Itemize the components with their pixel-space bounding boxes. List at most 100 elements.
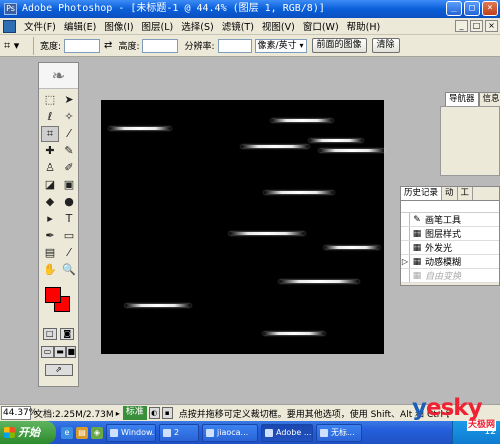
crop-tool-preset-icon[interactable]: ⌗ ▾ [4, 36, 34, 55]
status-screen-icon[interactable]: ▪ [161, 407, 173, 419]
marquee-tool-icon[interactable]: ⬚ [41, 92, 59, 108]
height-input[interactable] [142, 38, 179, 53]
quick-mask-mode-icon[interactable]: ◙ [60, 328, 75, 340]
taskbar-button[interactable]: Window... [106, 423, 156, 442]
full-screen-menu-mode-icon[interactable]: ▬ [53, 346, 67, 358]
pen-tool-icon[interactable]: ✒ [41, 228, 59, 244]
eyedropper-tool-icon[interactable]: ⁄ [60, 245, 78, 261]
tab-navigator[interactable]: 导航器 [445, 92, 479, 106]
folder-launch-icon[interactable]: ▤ [76, 426, 88, 439]
menu-layer[interactable]: 图层(L) [138, 19, 178, 33]
gradient-tool-icon[interactable]: ▣ [60, 177, 78, 193]
menu-help[interactable]: 帮助(H) [343, 19, 385, 33]
doc-restore-button[interactable]: □ [470, 20, 483, 32]
menu-file[interactable]: 文件(F) [20, 19, 60, 33]
standard-screen-mode-icon[interactable]: ▭ [41, 346, 54, 358]
start-button[interactable]: 开始 [0, 421, 56, 444]
taskbar-button-active[interactable]: Adobe ... [261, 423, 313, 442]
document-canvas[interactable] [101, 100, 385, 354]
history-source-checkbox[interactable] [401, 269, 410, 282]
history-item-current[interactable]: ▷ ▦ 动感模糊 [401, 255, 499, 269]
close-button[interactable]: × [482, 1, 498, 16]
tab-info[interactable]: 信息 [478, 92, 500, 106]
status-menu-arrow-icon[interactable]: ▸ [116, 409, 120, 418]
history-item[interactable]: ▦ 图层样式 [401, 227, 499, 241]
photoshop-app-icon[interactable]: Ps [4, 3, 17, 15]
taskbar-button[interactable]: 无标... [316, 423, 362, 442]
width-input[interactable] [64, 38, 101, 53]
history-item[interactable]: ✎ 画笔工具 [401, 213, 499, 227]
move-tool-icon[interactable]: ➤ [60, 92, 78, 108]
front-image-button[interactable]: 前面的图像 [311, 38, 367, 53]
hand-tool-icon[interactable]: ✋ [41, 262, 59, 278]
history-current-slider-icon[interactable]: ▷ [401, 255, 410, 268]
light-streak [309, 139, 363, 142]
full-screen-mode-icon[interactable]: ■ [66, 346, 76, 358]
swap-dimensions-icon[interactable]: ⇄ [104, 40, 112, 51]
slice-tool-icon[interactable]: ⁄ [60, 126, 78, 142]
screen-mode-row: ▭ ▬ ■ [39, 343, 78, 361]
menu-view[interactable]: 视图(V) [258, 19, 299, 33]
navigator-panel [440, 106, 500, 176]
history-source-checkbox[interactable] [401, 213, 410, 226]
jump-to-imageready-icon[interactable]: ⇗ [44, 364, 73, 376]
dodge-tool-icon[interactable]: ● [60, 194, 78, 210]
lasso-tool-icon[interactable]: ℓ [41, 109, 59, 125]
shape-tool-icon[interactable]: ▭ [60, 228, 78, 244]
history-item-undone[interactable]: ▦ 自由变换 [401, 269, 499, 283]
taskbar-button[interactable]: 2 [159, 423, 199, 442]
window-controls: _ □ × [446, 1, 498, 16]
notes-tool-icon[interactable]: ▤ [41, 245, 59, 261]
history-item-label: 外发光 [425, 244, 453, 254]
taskbar-button[interactable]: jiaoca... [202, 423, 258, 442]
eraser-tool-icon[interactable]: ◪ [41, 177, 59, 193]
minimize-button[interactable]: _ [446, 1, 462, 16]
maximize-button[interactable]: □ [464, 1, 480, 16]
outer-glow-icon: ▦ [412, 242, 422, 253]
history-source-checkbox[interactable] [401, 227, 410, 240]
foreground-color-swatch[interactable] [45, 287, 61, 303]
resolution-label: 分辨率: [184, 42, 215, 52]
path-selection-tool-icon[interactable]: ▸ [41, 211, 59, 227]
zoom-level-field[interactable]: 44.37% [1, 406, 37, 420]
jump-to-row: ⇗ [39, 361, 78, 379]
crop-tool-icon[interactable]: ⌗ [41, 126, 59, 142]
doc-minimize-button[interactable]: _ [455, 20, 468, 32]
clear-button[interactable]: 清除 [371, 38, 400, 53]
history-item[interactable]: ▦ 外发光 [401, 241, 499, 255]
motion-blur-icon: ▦ [412, 256, 422, 267]
menu-edit[interactable]: 编辑(E) [60, 19, 100, 33]
status-mode-icon[interactable]: ◐ [148, 407, 160, 419]
resolution-input[interactable] [217, 38, 252, 53]
resolution-unit-select[interactable]: 像素/英寸 [254, 38, 307, 53]
browser-launch-icon[interactable]: e [61, 426, 73, 439]
desktop-launch-icon[interactable]: ◈ [91, 426, 103, 439]
tab-actions[interactable]: 动 [442, 187, 458, 200]
blur-tool-icon[interactable]: ◆ [41, 194, 59, 210]
brush-tool-icon[interactable]: ✎ [60, 143, 78, 159]
menu-window[interactable]: 窗口(W) [299, 19, 343, 33]
zoom-tool-icon[interactable]: 🔍 [60, 262, 78, 278]
history-brush-tool-icon[interactable]: ✐ [60, 160, 78, 176]
type-tool-icon[interactable]: T [60, 211, 78, 227]
menu-bar: 文件(F) 编辑(E) 图像(I) 图层(L) 选择(S) 滤镜(T) 视图(V… [0, 18, 500, 35]
magic-wand-tool-icon[interactable]: ✧ [60, 109, 78, 125]
healing-brush-tool-icon[interactable]: ✚ [41, 143, 59, 159]
photoshop-feather-icon[interactable]: ❧ [39, 63, 78, 89]
tab-history[interactable]: 历史记录 [401, 187, 443, 200]
history-source-checkbox[interactable] [401, 241, 410, 254]
menu-filter[interactable]: 滤镜(T) [218, 19, 258, 33]
light-streak [271, 119, 333, 122]
status-hint: 点按并拖移可定义裁切框。要用其他选项，使用 Shift、Alt 和 Ctrl 键… [178, 409, 449, 420]
tab-tool-presets[interactable]: 工 [458, 187, 474, 200]
quick-launch: e ▤ ◈ [61, 426, 103, 439]
doc-close-button[interactable]: × [485, 20, 498, 32]
document-icon[interactable] [3, 19, 16, 33]
menu-image[interactable]: 图像(I) [100, 19, 137, 33]
standard-mode-icon[interactable]: □ [42, 328, 57, 340]
options-bar: ⌗ ▾ 宽度: ⇄ 高度: 分辨率: 像素/英寸 前面的图像 清除 [0, 35, 500, 57]
tool-grid: ⬚ ➤ ℓ ✧ ⌗ ⁄ ✚ ✎ ♙ ✐ ◪ ▣ ◆ ● ▸ T ✒ ▭ ▤ ⁄ … [39, 89, 78, 281]
clone-stamp-tool-icon[interactable]: ♙ [41, 160, 59, 176]
history-snapshot[interactable] [401, 201, 499, 213]
menu-select[interactable]: 选择(S) [177, 19, 217, 33]
